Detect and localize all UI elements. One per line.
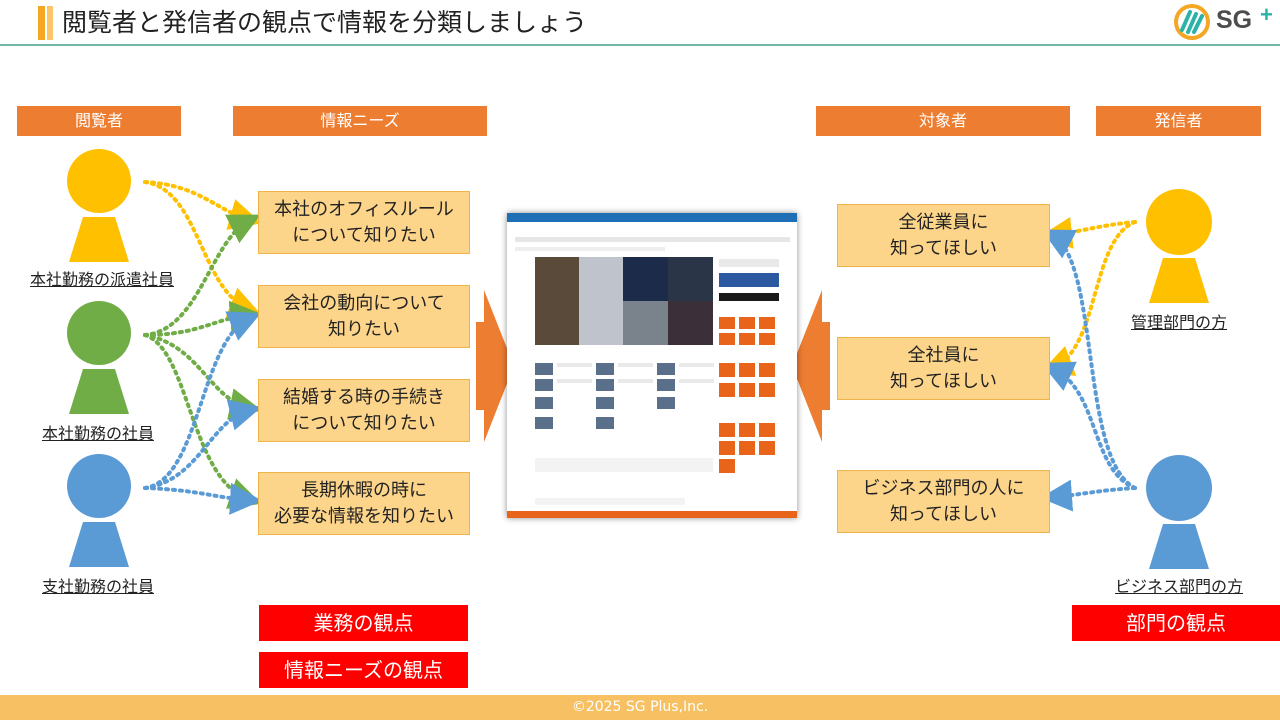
- viewer2-label: 本社勤務の社員: [41, 424, 154, 443]
- person-icon-viewer2: [67, 301, 131, 414]
- arrow-right-into-portal: [792, 290, 830, 442]
- footer-copyright: ©2025 SG Plus,Inc.: [0, 695, 1280, 720]
- need-box-office-rules: 本社のオフィスルール について知りたい: [258, 191, 470, 254]
- person-icon-sender2: [1146, 455, 1212, 569]
- viewer1-label: 本社勤務の派遣社員: [29, 270, 174, 289]
- audience-box-all-employees: 全社員に 知ってほしい: [837, 337, 1050, 400]
- need-box-marriage-procedures: 結婚する時の手続き について知りたい: [258, 379, 470, 442]
- tag-department-view: 部門の観点: [1072, 605, 1280, 641]
- audience-box-business-dept: ビジネス部門の人に 知ってほしい: [837, 470, 1050, 533]
- tag-needs-view: 情報ニーズの観点: [259, 652, 468, 688]
- link-sender1-aud2: [1040, 220, 1137, 376]
- viewer3-label: 支社勤務の社員: [41, 577, 154, 596]
- person-icon-viewer3: [67, 454, 131, 567]
- need-box-company-trends: 会社の動向について 知りたい: [258, 285, 470, 348]
- sender2-label: ビジネス部門の方: [1114, 577, 1243, 596]
- tag-business-view: 業務の観点: [259, 605, 468, 641]
- person-icon-sender1: [1146, 189, 1212, 303]
- need-box-long-leave: 長期休暇の時に 必要な情報を知りたい: [258, 472, 470, 535]
- portal-screenshot: [507, 213, 797, 518]
- audience-box-all-staff: 全従業員に 知ってほしい: [837, 204, 1050, 267]
- link-sender2-aud3: [1040, 479, 1137, 512]
- person-icon-viewer1: [67, 149, 131, 262]
- sender1-label: 管理部門の方: [1130, 313, 1227, 332]
